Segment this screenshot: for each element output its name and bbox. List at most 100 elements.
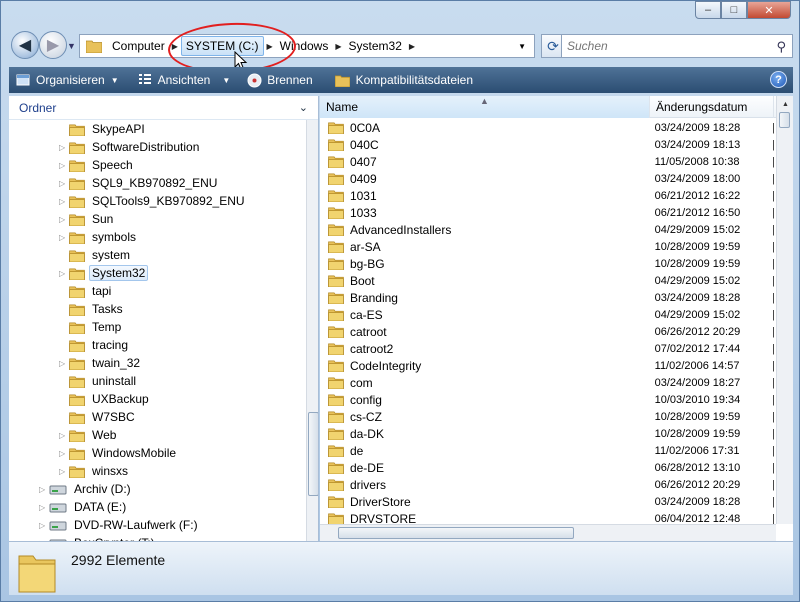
file-row[interactable]: 0C0A 03/24/2009 18:28 | xyxy=(320,119,775,136)
expand-arrow-icon[interactable]: ▷ xyxy=(59,233,69,242)
forward-button[interactable]: ▶ xyxy=(39,31,67,59)
expand-arrow-icon[interactable]: ▷ xyxy=(39,485,49,494)
chevron-right-icon[interactable]: ▶ xyxy=(169,42,181,51)
tree-item[interactable]: system xyxy=(9,246,299,264)
tree-item[interactable]: Temp xyxy=(9,318,299,336)
folder-icon xyxy=(328,479,344,491)
file-row[interactable]: Branding 03/24/2009 18:28 | xyxy=(320,289,775,306)
file-list-hscrollbar[interactable] xyxy=(320,524,776,541)
scroll-up-button[interactable]: ▲ xyxy=(779,97,792,111)
tree-item[interactable]: ▷ SQL9_KB970892_ENU xyxy=(9,174,299,192)
file-row[interactable]: 0407 11/05/2008 10:38 | xyxy=(320,153,775,170)
tree-drive-item[interactable]: ▷ DATA (E:) xyxy=(9,498,299,516)
file-row[interactable]: de 11/02/2006 17:31 | xyxy=(320,442,775,459)
breadcrumb-system32[interactable]: System32 xyxy=(345,35,406,57)
breadcrumb-computer[interactable]: Computer xyxy=(108,35,169,57)
chevron-right-icon[interactable]: ▶ xyxy=(406,42,418,51)
tree-drive-item[interactable]: ▷ Archiv (D:) xyxy=(9,480,299,498)
chevron-right-icon[interactable]: ▶ xyxy=(264,42,276,51)
file-row[interactable]: Boot 04/29/2009 15:02 | xyxy=(320,272,775,289)
tree-item[interactable]: ▷ Speech xyxy=(9,156,299,174)
file-list-hscrollbar-thumb[interactable] xyxy=(338,527,574,539)
search-box[interactable]: ⚲ xyxy=(561,34,793,58)
tree-item[interactable]: ▷ SoftwareDistribution xyxy=(9,138,299,156)
maximize-button[interactable]: □ xyxy=(721,1,747,19)
file-row[interactable]: catroot2 07/02/2012 17:44 | xyxy=(320,340,775,357)
address-bar[interactable]: Computer ▶ SYSTEM (C:) ▶ Windows ▶ Syste… xyxy=(79,34,535,58)
expand-arrow-icon[interactable]: ▷ xyxy=(59,179,69,188)
file-row[interactable]: 040C 03/24/2009 18:13 | xyxy=(320,136,775,153)
expand-arrow-icon[interactable]: ▷ xyxy=(59,431,69,440)
tree-item[interactable]: ▷ SQLTools9_KB970892_ENU xyxy=(9,192,299,210)
expand-arrow-icon[interactable]: ▷ xyxy=(59,467,69,476)
tree-item[interactable]: tracing xyxy=(9,336,299,354)
file-row[interactable]: ar-SA 10/28/2009 19:59 | xyxy=(320,238,775,255)
file-row[interactable]: CodeIntegrity 11/02/2006 14:57 | xyxy=(320,357,775,374)
tree-item[interactable]: ▷ twain_32 xyxy=(9,354,299,372)
file-row[interactable]: 0409 03/24/2009 18:00 | xyxy=(320,170,775,187)
tree-drive-item[interactable]: ▷BoxCryptor (T:) xyxy=(9,534,299,541)
expand-arrow-icon[interactable]: ▷ xyxy=(59,215,69,224)
tree-item[interactable]: uninstall xyxy=(9,372,299,390)
file-row[interactable]: da-DK 10/28/2009 19:59 | xyxy=(320,425,775,442)
tree-item[interactable]: ▷ Sun xyxy=(9,210,299,228)
tree-item[interactable]: ▷ Web xyxy=(9,426,299,444)
expand-arrow-icon[interactable]: ▷ xyxy=(59,197,69,206)
file-row[interactable]: ca-ES 04/29/2009 15:02 | xyxy=(320,306,775,323)
expand-arrow-icon[interactable]: ▷ xyxy=(59,449,69,458)
search-input[interactable] xyxy=(567,39,767,53)
address-dropdown-icon[interactable]: ▼ xyxy=(518,42,526,51)
file-row[interactable]: config 10/03/2010 19:34 | xyxy=(320,391,775,408)
file-row[interactable]: bg-BG 10/28/2009 19:59 | xyxy=(320,255,775,272)
folder-icon xyxy=(328,445,344,457)
expand-arrow-icon[interactable]: ▷ xyxy=(39,521,49,530)
truncated-column: | xyxy=(772,393,775,406)
file-row[interactable]: de-DE 06/28/2012 13:10 | xyxy=(320,459,775,476)
recent-pages-dropdown[interactable]: ▼ xyxy=(67,41,76,51)
search-icon[interactable]: ⚲ xyxy=(776,39,786,55)
file-row[interactable]: com 03/24/2009 18:27 | xyxy=(320,374,775,391)
file-row[interactable]: DriverStore 03/24/2009 18:28 | xyxy=(320,493,775,510)
back-button[interactable]: ◀ xyxy=(11,31,39,59)
tree-item[interactable]: ▷ System32 xyxy=(9,264,299,282)
tree-item[interactable]: SkypeAPI xyxy=(9,120,299,138)
tree-drive-item[interactable]: ▷ DVD-RW-Laufwerk (F:) xyxy=(9,516,299,534)
breadcrumb-windows[interactable]: Windows xyxy=(276,35,333,57)
chevron-down-icon[interactable]: ⌄ xyxy=(299,101,308,114)
expand-arrow-icon[interactable]: ▷ xyxy=(59,161,69,170)
tree-scrollbar[interactable] xyxy=(306,120,318,541)
tree-item[interactable]: ▷ WindowsMobile xyxy=(9,444,299,462)
tree-scrollbar-thumb[interactable] xyxy=(308,412,318,496)
file-list-scrollbar-thumb[interactable] xyxy=(779,112,790,128)
tree-item[interactable]: ▷ symbols xyxy=(9,228,299,246)
file-row[interactable]: cs-CZ 10/28/2009 19:59 | xyxy=(320,408,775,425)
tree-item[interactable]: Tasks xyxy=(9,300,299,318)
burn-button[interactable]: Brennen xyxy=(240,68,318,92)
chevron-right-icon[interactable]: ▶ xyxy=(332,42,344,51)
tree-item[interactable]: tapi xyxy=(9,282,299,300)
organize-menu[interactable]: Organisieren ▼ xyxy=(9,68,125,92)
file-row[interactable]: drivers 06/26/2012 20:29 | xyxy=(320,476,775,493)
column-date[interactable]: Änderungsdatum xyxy=(650,96,774,118)
views-menu[interactable]: Ansichten ▼ xyxy=(131,68,237,92)
minimize-button[interactable]: – xyxy=(695,1,721,19)
breadcrumb-system-c[interactable]: SYSTEM (C:) xyxy=(180,36,264,56)
help-icon[interactable]: ? xyxy=(770,71,787,88)
close-button[interactable]: ✕ xyxy=(747,1,791,19)
file-row[interactable]: catroot 06/26/2012 20:29 | xyxy=(320,323,775,340)
file-name: 1031 xyxy=(349,188,377,203)
compat-files-button[interactable]: Kompatibilitätsdateien xyxy=(329,68,479,92)
file-list-scrollbar[interactable]: ▲ xyxy=(776,96,793,524)
expand-arrow-icon[interactable]: ▷ xyxy=(59,359,69,368)
expand-arrow-icon[interactable]: ▷ xyxy=(59,269,69,278)
tree-item[interactable]: ▷ winsxs xyxy=(9,462,299,480)
folders-header[interactable]: Ordner ⌄ xyxy=(9,96,318,120)
tree-item[interactable]: UXBackup xyxy=(9,390,299,408)
file-row[interactable]: 1033 06/21/2012 16:50 | xyxy=(320,204,775,221)
expand-arrow-icon[interactable]: ▷ xyxy=(39,503,49,512)
tree-item[interactable]: W7SBC xyxy=(9,408,299,426)
file-row[interactable]: AdvancedInstallers 04/29/2009 15:02 | xyxy=(320,221,775,238)
expand-arrow-icon[interactable]: ▷ xyxy=(59,143,69,152)
column-name[interactable]: ▲ Name xyxy=(320,96,650,118)
file-row[interactable]: 1031 06/21/2012 16:22 | xyxy=(320,187,775,204)
